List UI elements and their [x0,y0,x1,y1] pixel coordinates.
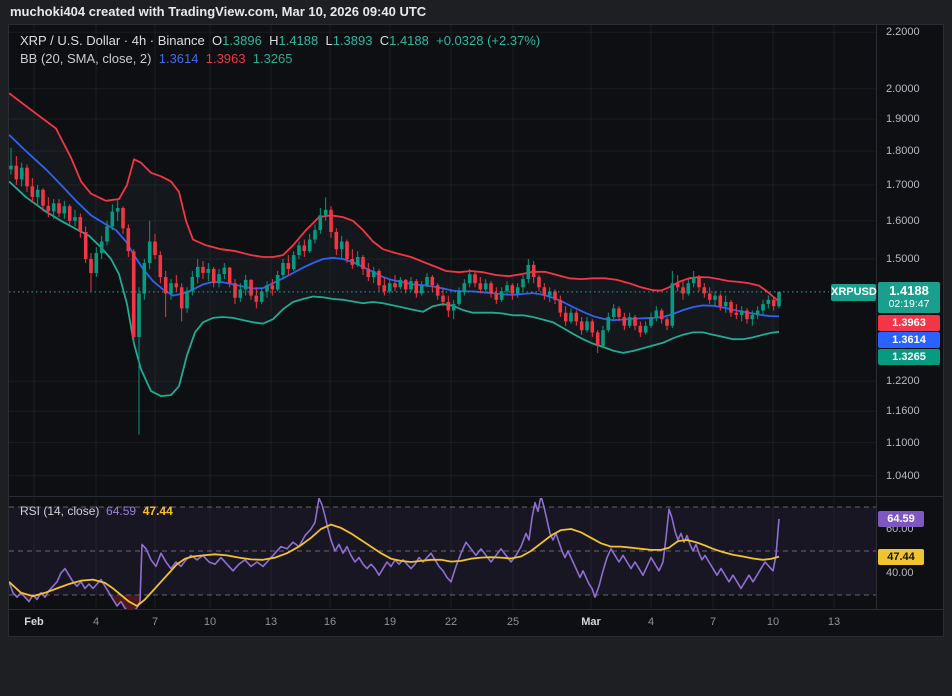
current-price-value: 1.4188 [878,283,940,298]
rsi-title[interactable]: RSI (14, close) [20,504,99,518]
time-axis[interactable]: Feb 4 7 10 13 16 19 22 25 Mar 4 7 10 13 [9,609,943,635]
chart-frame: XRP / U.S. Dollar · 4h · Binance O1.3896… [8,24,944,637]
symbol-price-label-badge[interactable]: XRPUSD [831,284,876,301]
time-axis-label: 10 [767,610,779,635]
rsi-axis-label: 40.00 [886,565,914,581]
ohlc-close-label: C [380,33,389,48]
ohlc-low-label: L [325,33,332,48]
pane-separator[interactable] [9,496,943,497]
bb-basis-value: 1.3614 [159,51,199,66]
rsi-ma-value: 47.44 [143,504,173,518]
current-price-badge[interactable]: 1.4188 02:19:47 [878,282,940,313]
time-axis-label: 7 [152,610,158,635]
time-axis-label: 13 [265,610,277,635]
bar-countdown: 02:19:47 [878,298,940,311]
tradingview-snapshot: muchoki404 created with TradingView.com,… [0,0,952,696]
time-axis-label: 10 [204,610,216,635]
attribution-text: muchoki404 created with TradingView.com,… [10,0,426,24]
rsi-legend: RSI (14, close) 64.59 47.44 [20,504,173,518]
symbol-title[interactable]: XRP / U.S. Dollar · 4h · Binance [20,33,205,48]
rsi-badge[interactable]: 64.59 [878,511,924,527]
ohlc-open-value: 1.3896 [222,33,262,48]
bb-legend: BB (20, SMA, close, 2) 1.3614 1.3963 1.3… [20,51,293,66]
time-axis-label: 4 [648,610,654,635]
bb-upper-value: 1.3963 [206,51,246,66]
time-axis-label: 4 [93,610,99,635]
bb-title[interactable]: BB (20, SMA, close, 2) [20,51,152,66]
bb-lower-badge[interactable]: 1.3265 [878,349,940,365]
rsi-value: 64.59 [106,504,136,518]
footer: TradingView [0,637,952,696]
time-axis-label: 22 [445,610,457,635]
time-axis-label: Feb [24,610,44,635]
time-axis-label: 7 [710,610,716,635]
symbol-legend: XRP / U.S. Dollar · 4h · Binance O1.3896… [20,33,540,48]
ohlc-low-value: 1.3893 [333,33,373,48]
ohlc-close-value: 1.4188 [389,33,429,48]
ohlc-high-value: 1.4188 [278,33,318,48]
bb-basis-badge[interactable]: 1.3614 [878,332,940,348]
ohlc-open-label: O [212,33,222,48]
change-value: +0.0328 (+2.37%) [436,33,540,48]
rsi-ma-badge[interactable]: 47.44 [878,549,924,565]
time-axis-label: 25 [507,610,519,635]
time-axis-label: 19 [384,610,396,635]
time-axis-label: Mar [581,610,601,635]
time-axis-label: 16 [324,610,336,635]
bollinger-bands [9,93,779,396]
time-axis-label: 13 [828,610,840,635]
bb-lower-value: 1.3265 [253,51,293,66]
bb-upper-badge[interactable]: 1.3963 [878,315,940,331]
price-chart-canvas[interactable] [9,25,876,496]
